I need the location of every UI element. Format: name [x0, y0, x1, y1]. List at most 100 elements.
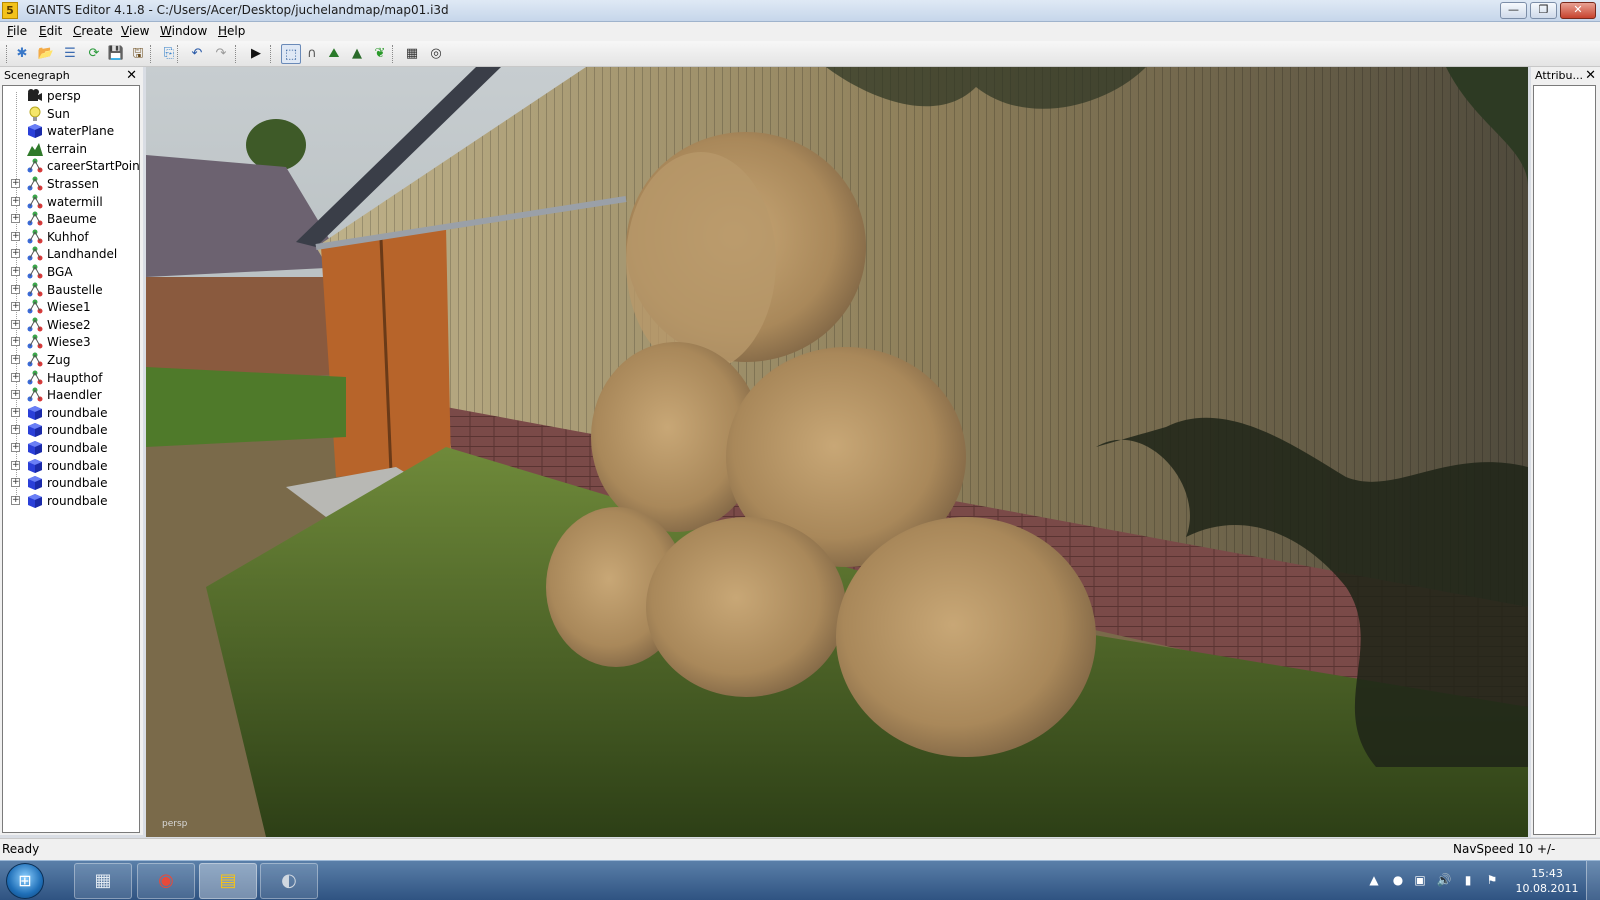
save-all-button[interactable]: 🖫 — [128, 44, 148, 64]
expand-icon[interactable]: + — [11, 443, 20, 452]
tree-node-baustelle[interactable]: + Baustelle — [3, 281, 139, 299]
start-button[interactable]: ⊞ — [6, 863, 44, 899]
menu-edit[interactable]: Edit — [39, 24, 62, 38]
network-icon[interactable]: ▮ — [1460, 872, 1476, 888]
attributes-close-icon[interactable]: ✕ — [1585, 67, 1596, 84]
select-mode-button[interactable]: ⬚ — [281, 44, 301, 64]
action-center-icon[interactable]: ⚑ — [1484, 872, 1500, 888]
clock[interactable]: 15:43 10.08.2011 — [1512, 866, 1582, 896]
shape-icon — [27, 123, 43, 139]
expand-icon[interactable]: + — [11, 284, 20, 294]
menu-view[interactable]: View — [121, 24, 149, 38]
redo-button[interactable]: ↷ — [211, 44, 231, 64]
terrain-paint-button[interactable]: ▲ — [347, 44, 367, 64]
menu-help[interactable]: Help — [218, 24, 245, 38]
open-button[interactable]: 📂 — [36, 44, 56, 64]
attributes-body[interactable] — [1533, 85, 1596, 835]
tree-node-roundbale[interactable]: + roundbale — [3, 492, 139, 510]
show-desktop-button[interactable] — [1586, 861, 1600, 900]
giants-editor-icon: ▤ — [219, 870, 237, 891]
tree-node-terrain[interactable]: terrain — [3, 140, 139, 158]
expand-icon[interactable]: + — [11, 460, 20, 470]
expand-icon[interactable]: + — [11, 319, 20, 329]
expand-icon[interactable]: + — [11, 179, 20, 188]
tree-node-strassen[interactable]: + Strassen — [3, 175, 139, 193]
new-button[interactable]: ✱ — [12, 44, 32, 64]
calculator-taskbar-button[interactable]: ▦ — [74, 863, 132, 899]
menu-window[interactable]: Window — [160, 24, 207, 38]
undo-button[interactable]: ↶ — [187, 44, 207, 64]
maximize-button[interactable]: ❐ — [1530, 2, 1557, 19]
3d-viewport[interactable]: persp — [146, 67, 1528, 837]
expand-icon[interactable]: + — [11, 302, 20, 312]
tree-node-watermill[interactable]: + watermill — [3, 193, 139, 211]
reload-button[interactable]: ⟳ — [84, 44, 104, 64]
expand-icon[interactable]: + — [11, 249, 20, 259]
tree-node-roundbale[interactable]: + roundbale — [3, 421, 139, 439]
expand-icon[interactable]: + — [11, 372, 20, 382]
transform-group-icon — [27, 299, 43, 315]
tree-node-label: Wiese1 — [47, 300, 91, 315]
magnet-button[interactable]: ∩ — [302, 44, 322, 64]
tree-node-bga[interactable]: + BGA — [3, 263, 139, 281]
tree-node-roundbale[interactable]: + roundbale — [3, 474, 139, 492]
scenegraph-tree[interactable]: persp Sun waterPlane terrain careerStartPoin… — [2, 85, 140, 833]
tree-node-haupthof[interactable]: + Haupthof — [3, 369, 139, 387]
expand-icon[interactable]: + — [11, 196, 20, 206]
window-title: GIANTS Editor 4.1.8 - C:/Users/Acer/Desk… — [26, 3, 449, 17]
save-button[interactable]: 💾 — [106, 44, 126, 64]
tree-node-kuhhof[interactable]: + Kuhhof — [3, 228, 139, 246]
tray-security-icon[interactable]: ▣ — [1412, 872, 1428, 888]
open-icon: 📂 — [37, 46, 55, 61]
expand-icon[interactable]: + — [11, 214, 20, 224]
minimize-button[interactable]: — — [1500, 2, 1527, 19]
render-settings-icon: ◎ — [430, 46, 442, 61]
tree-node-sun[interactable]: Sun — [3, 105, 139, 123]
terrain-sculpt-button[interactable]: ⛰ — [324, 44, 344, 64]
tree-node-persp[interactable]: persp — [3, 87, 139, 105]
render-settings-button[interactable]: ◎ — [426, 44, 446, 64]
tree-node-wiese2[interactable]: + Wiese2 — [3, 316, 139, 334]
media-app-taskbar-button[interactable]: ◐ — [260, 863, 318, 899]
expand-icon[interactable]: + — [11, 355, 20, 364]
foliage-paint-button[interactable]: ❦ — [370, 44, 390, 64]
giants-editor-taskbar-button[interactable]: ▤ — [199, 863, 257, 899]
transform-group-icon — [27, 264, 43, 280]
chrome-taskbar-button[interactable]: ◉ — [137, 863, 195, 899]
tree-node-baeume[interactable]: + Baeume — [3, 210, 139, 228]
list-button[interactable]: ☰ — [60, 44, 80, 64]
menu-file[interactable]: File — [7, 24, 27, 38]
tree-node-wiese1[interactable]: + Wiese1 — [3, 298, 139, 316]
tree-node-roundbale[interactable]: + roundbale — [3, 457, 139, 475]
expand-icon[interactable]: + — [11, 267, 20, 276]
terrain-sculpt-icon: ⛰ — [328, 46, 340, 61]
expand-icon[interactable]: + — [11, 425, 20, 435]
new-icon: ✱ — [16, 46, 28, 61]
nav-speed-text: NavSpeed 10 +/- — [1453, 842, 1556, 856]
render-button[interactable]: ▦ — [402, 44, 422, 64]
tree-node-label: Sun — [47, 106, 70, 121]
tree-node-roundbale[interactable]: + roundbale — [3, 404, 139, 422]
expand-icon[interactable]: + — [11, 495, 20, 505]
expand-icon[interactable]: + — [11, 337, 20, 347]
scenegraph-close-icon[interactable]: ✕ — [126, 67, 137, 84]
expand-icon[interactable]: + — [11, 407, 20, 417]
tree-node-zug[interactable]: + Zug — [3, 351, 139, 369]
tree-node-landhandel[interactable]: + Landhandel — [3, 245, 139, 263]
tree-node-haendler[interactable]: + Haendler — [3, 386, 139, 404]
tree-node-waterplane[interactable]: waterPlane — [3, 122, 139, 140]
close-button[interactable]: ✕ — [1560, 2, 1596, 19]
clock-time: 15:43 — [1531, 867, 1563, 880]
volume-icon[interactable]: 🔊 — [1436, 872, 1452, 888]
tray-app-icon[interactable]: ● — [1390, 872, 1406, 888]
import-button[interactable]: ⎘ — [159, 44, 179, 64]
menu-create[interactable]: Create — [73, 24, 113, 38]
play-button[interactable]: ▶ — [246, 44, 266, 64]
tree-node-roundbale[interactable]: + roundbale — [3, 439, 139, 457]
tree-node-wiese3[interactable]: + Wiese3 — [3, 333, 139, 351]
expand-icon[interactable]: + — [11, 390, 20, 400]
expand-icon[interactable]: + — [11, 231, 20, 241]
tree-node-careerstartpoint[interactable]: careerStartPoint — [3, 157, 139, 175]
tray-expand-icon[interactable]: ▲ — [1366, 872, 1382, 888]
expand-icon[interactable]: + — [11, 478, 20, 488]
